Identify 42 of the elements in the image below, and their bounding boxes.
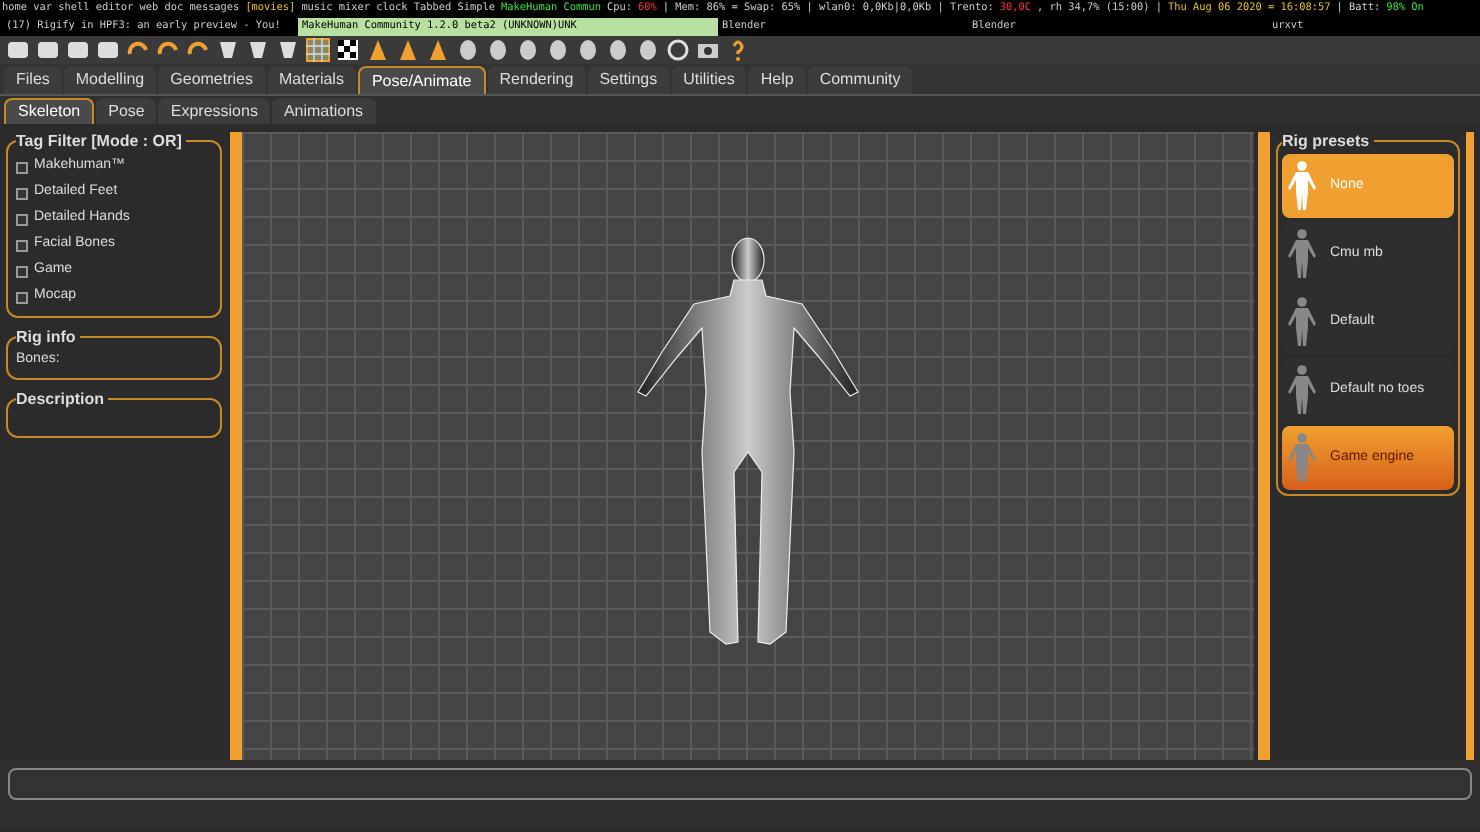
window-icon[interactable] [36, 38, 60, 62]
tab[interactable]: Materials [267, 66, 356, 94]
tab[interactable]: Utilities [671, 66, 747, 94]
checkbox[interactable] [16, 291, 28, 303]
tab[interactable]: Modelling [63, 66, 157, 94]
tab[interactable]: Files [4, 66, 62, 94]
head-icon[interactable] [456, 38, 480, 62]
checkbox[interactable] [16, 213, 28, 225]
head-icon[interactable] [546, 38, 570, 62]
head-icon[interactable] [516, 38, 540, 62]
tab[interactable]: Animations [271, 98, 376, 124]
checkbox[interactable] [16, 239, 28, 251]
head-icon[interactable] [636, 38, 660, 62]
tab[interactable]: Rendering [487, 66, 586, 94]
tab[interactable]: Geometries [158, 66, 265, 94]
panel-title: Description [16, 387, 109, 411]
circle-icon[interactable] [666, 38, 690, 62]
window-icon[interactable] [6, 38, 30, 62]
tab[interactable]: Pose/Animate [357, 66, 486, 94]
window-icon[interactable] [96, 38, 120, 62]
head-icon[interactable] [606, 38, 630, 62]
tab[interactable]: Pose [96, 98, 157, 124]
scrollbar[interactable] [1258, 132, 1270, 760]
tab[interactable]: Skeleton [4, 98, 95, 124]
checkbox[interactable] [16, 187, 28, 199]
tab[interactable]: Help [748, 66, 806, 94]
tab[interactable]: Settings [587, 66, 670, 94]
window-icon[interactable] [66, 38, 90, 62]
scrollbar[interactable] [1466, 132, 1474, 760]
camera-icon[interactable] [696, 38, 720, 62]
panel-title: Tag Filter [Mode : OR] [16, 130, 186, 154]
head-icon[interactable] [486, 38, 510, 62]
tab[interactable]: Community [807, 66, 913, 94]
panel-title: Rig info [16, 326, 80, 350]
checkbox[interactable] [16, 161, 28, 173]
checkbox[interactable] [16, 265, 28, 277]
scrollbar[interactable] [230, 132, 242, 760]
checker-icon[interactable] [336, 38, 360, 62]
panel-title: Rig presets [1282, 130, 1374, 154]
head-icon[interactable] [576, 38, 600, 62]
command-input-field[interactable] [8, 768, 1472, 800]
tab[interactable]: Expressions [158, 98, 270, 124]
